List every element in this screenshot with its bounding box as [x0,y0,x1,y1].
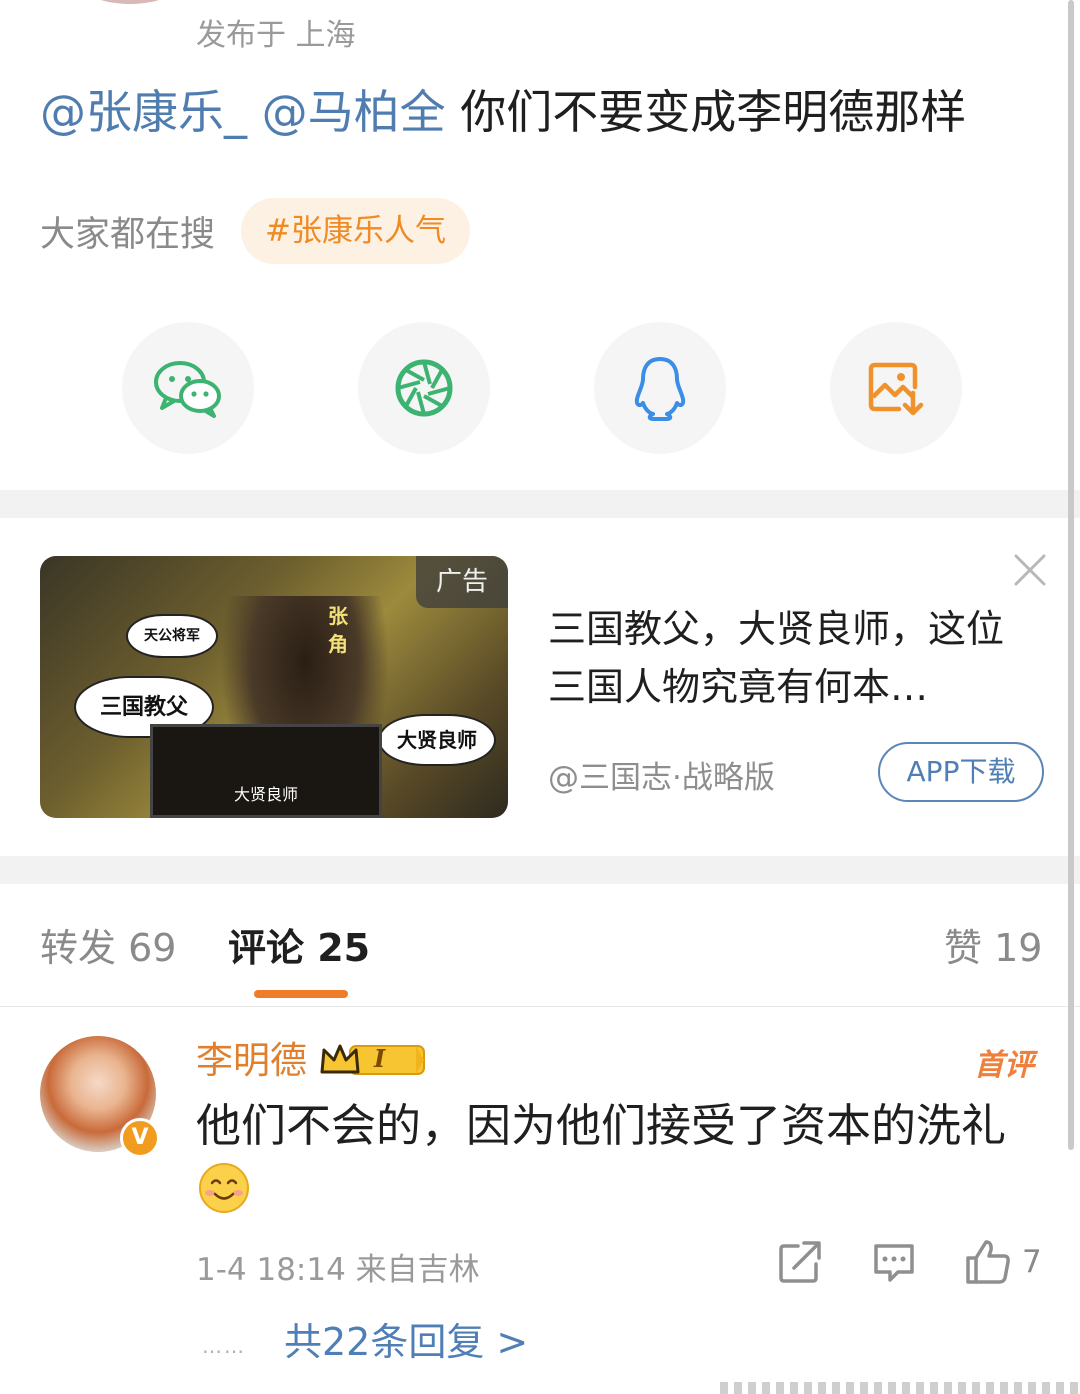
tab-repost[interactable]: 转发 69 [40,918,176,978]
post-location: 发布于 上海 [196,18,356,53]
share-moments-button[interactable] [358,322,490,454]
tab-divider [0,1006,1080,1007]
tab-active-indicator [254,990,348,998]
ad-bubble: 大贤良师 [378,714,496,766]
comment-time-location: 1-4 18:14 来自吉林 [196,1252,480,1288]
mention-link[interactable]: @马柏全 [262,85,446,139]
app-download-button[interactable]: APP下载 [878,742,1044,802]
qq-icon [634,357,686,421]
save-image-icon [868,362,924,416]
ad-image[interactable]: 广告 天公将军 三国教父 大贤良师 张角 大贤良师 [40,556,508,818]
section-divider [0,856,1080,884]
mention-link[interactable]: @张康乐_ [40,85,247,139]
ad-screen: 大贤良师 [150,724,382,818]
repost-icon[interactable] [776,1238,824,1286]
moments-icon [395,359,453,417]
post-text: 你们不要变成李明德那样 [445,85,967,139]
reply-dots: …… [202,1334,246,1358]
ad-source[interactable]: @三国志·战略版 [548,752,775,797]
comment-username[interactable]: 李明德 [196,1036,307,1086]
smile-emoji-icon [199,1163,249,1213]
interaction-tabs: 转发 69 评论 25 赞 19 [0,918,1080,978]
ad-screen-label: 大贤良师 [233,785,298,804]
level-text: I [374,1044,386,1073]
close-icon[interactable] [1010,550,1050,590]
comment-icon[interactable] [870,1238,918,1286]
trending-label: 大家都在搜 [40,214,216,255]
share-qq-button[interactable] [594,322,726,454]
like-count: 7 [1022,1244,1042,1280]
home-indicator [720,1382,1080,1394]
tab-like[interactable]: 赞 19 [944,918,1042,978]
ad-name-label: 张角 [328,604,348,656]
verified-badge: V [120,1118,160,1158]
share-bar [0,322,1080,454]
section-divider [0,490,1080,518]
post-body: @张康乐_ @马柏全 你们不要变成李明德那样 [40,80,966,144]
save-image-button[interactable] [830,322,962,454]
ad-bubble: 天公将军 [126,614,218,658]
mention-link[interactable] [247,85,262,139]
ad-title[interactable]: 三国教父，大贤良师，这位三国人物究竟有何本… [548,600,1028,716]
comment-text: 他们不会的，因为他们接受了资本的洗礼 [196,1099,1007,1152]
wechat-icon [154,361,221,418]
trending-tag[interactable]: #张康乐人气 [241,198,470,264]
poster-avatar[interactable] [70,0,190,4]
scrollbar[interactable] [1068,0,1074,1150]
trending-search-row: 大家都在搜 #张康乐人气 [40,198,470,264]
like-icon[interactable] [964,1238,1012,1286]
ad-badge: 广告 [416,556,508,608]
view-replies-link[interactable]: 共22条回复 > [284,1316,528,1368]
tab-comment[interactable]: 评论 25 [228,918,370,978]
share-wechat-button[interactable] [122,322,254,454]
first-comment-badge: 首评 [974,1048,1034,1083]
